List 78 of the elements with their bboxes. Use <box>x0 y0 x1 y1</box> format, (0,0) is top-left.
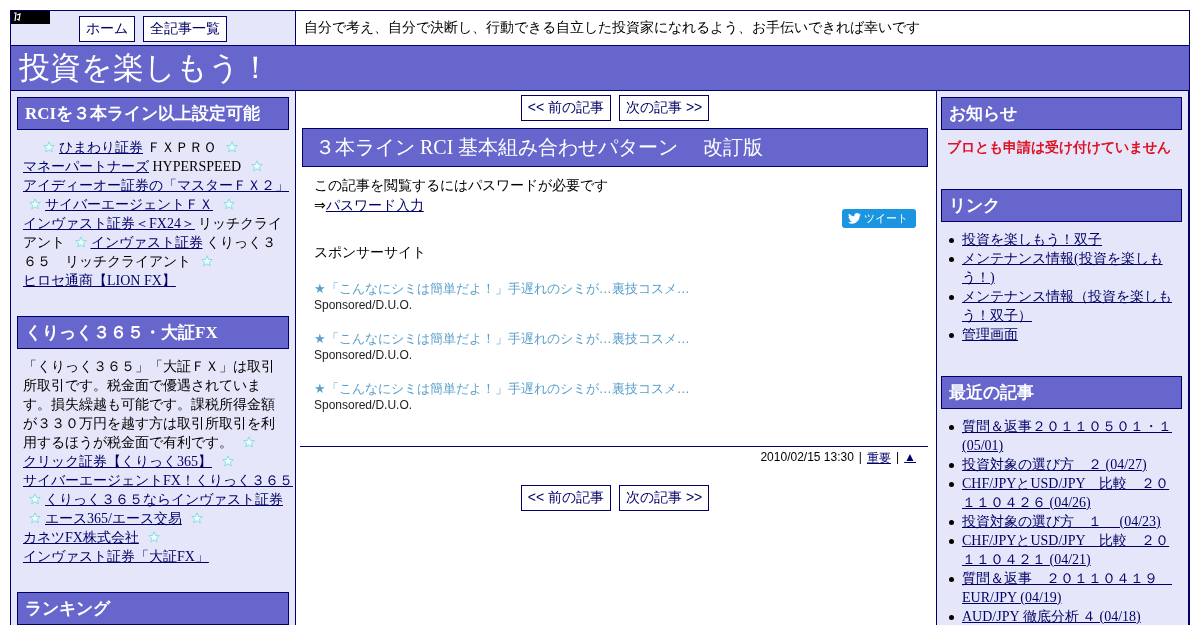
sidebar-link[interactable]: エース365/エース交易 <box>45 511 182 526</box>
star-icon <box>200 255 213 267</box>
site-tagline: 自分で考え、自分で決断し、行動できる自立した投資家になれるよう、お手伝いできれば幸いです <box>304 19 920 37</box>
section-heading: ランキング <box>17 592 289 625</box>
star-icon <box>222 198 235 210</box>
bullet-icon <box>949 482 954 487</box>
star-icon <box>43 141 55 153</box>
sidebar-link[interactable]: クリック証券【くりっく365】 <box>23 454 212 469</box>
password-link[interactable]: パスワード入力 <box>325 197 424 213</box>
meta-text: 2010/02/15 13:30 <box>760 450 854 466</box>
section-heading: くりっく３６５・大証FX <box>17 316 289 349</box>
section-heading: 最近の記事 <box>941 376 1182 409</box>
arrow-text: ⇒ <box>314 197 326 213</box>
section-heading: お知らせ <box>941 97 1182 130</box>
star-icon <box>29 198 41 210</box>
sidebar-link[interactable]: マネーパートナーズ <box>23 159 149 174</box>
bullet-icon <box>949 520 954 525</box>
site-title: 投資を楽しもう！ <box>18 49 272 87</box>
sidebar-link[interactable]: カネツFX株式会社 <box>23 530 139 545</box>
sponsor-heading: スポンサーサイト <box>314 243 427 262</box>
bullet-icon <box>949 238 954 243</box>
sidebar-link[interactable]: ヒロセ通商【LION FX】 <box>23 273 176 288</box>
meta-link[interactable]: 重要 <box>867 450 891 467</box>
star-icon <box>148 531 161 543</box>
article-nav-button[interactable]: 次の記事 >> <box>619 485 710 511</box>
sidebar-paragraph: ひまわり証券 ＦＸＰＲＯ マネーパートナーズ HYPERSPEED アイディーオー証券の「マスターＦＸ２」 サイバーエージェントＦＸ インヴァスト証券＜FX24＞ リッチクライアント インヴァスト証券 くりっく３６５ リッチクライアント ヒロセ通商【LION FX】 <box>22 139 289 290</box>
star-icon <box>74 236 87 248</box>
sidebar-link[interactable]: 投資を楽しもう！双子 <box>962 230 1102 249</box>
sidebar-link[interactable]: 質問＆返事 ２０１１０４１９ EUR/JPY (04/19) <box>962 569 1182 607</box>
star-icon <box>250 160 263 172</box>
sidebar-link[interactable]: 投資対象の選び方 ２ (04/27) <box>962 455 1147 474</box>
sidebar-link[interactable]: メンテナンス情報（投資を楽しもう！双子） <box>962 287 1182 325</box>
bullet-icon <box>949 333 954 338</box>
section-heading: リンク <box>941 189 1182 222</box>
meta-text: | <box>896 450 900 466</box>
sidebar-link[interactable]: CHF/JPYとUSD/JPY 比較 ２０１１０４２１ (04/21) <box>962 531 1182 569</box>
bullet-icon <box>949 257 954 262</box>
star-icon <box>29 493 41 505</box>
sidebar-link[interactable]: 投資対象の選び方 １ (04/23) <box>962 512 1161 531</box>
nav-button[interactable]: ホーム <box>79 16 135 42</box>
sidebar-link[interactable]: インヴァスト証券「大証FX」 <box>23 549 209 564</box>
sidebar-link[interactable]: インヴァスト証券＜FX24＞ <box>23 216 195 231</box>
article-title: ３本ライン RCI 基本組み合わせパターン 改訂版 <box>302 128 928 167</box>
sidebar-link[interactable]: インヴァスト証券 <box>90 235 203 250</box>
section-heading: RCIを３本ライン以上設定可能 <box>17 97 289 130</box>
star-icon <box>242 436 255 448</box>
article-nav-button[interactable]: << 前の記事 <box>520 95 611 121</box>
sidebar-link[interactable]: くりっく３６５ならインヴァスト証券 <box>45 492 283 507</box>
star-icon <box>226 141 238 153</box>
ad-source: Sponsored/D.U.O. <box>314 398 414 412</box>
sidebar-link[interactable]: サイバーエージェントＦＸ <box>45 197 213 212</box>
star-icon <box>221 455 234 467</box>
notice-text: ブロとも申請は受け付けていません <box>946 138 1172 157</box>
nav-button[interactable]: 全記事一覧 <box>143 16 227 42</box>
ad-source: Sponsored/D.U.O. <box>314 298 414 312</box>
star-icon <box>191 512 204 524</box>
sidebar-link[interactable]: 管理画面 <box>962 325 1018 344</box>
password-notice: この記事を閲覧するにはパスワードが必要です <box>314 176 609 195</box>
article-nav-button[interactable]: << 前の記事 <box>520 485 611 511</box>
ad-source: Sponsored/D.U.O. <box>314 348 414 362</box>
badge-icon <box>11 11 50 24</box>
meta-link[interactable]: ▲ <box>904 450 916 467</box>
sidebar-link[interactable]: メンテナンス情報(投資を楽しもう！) <box>962 249 1182 287</box>
star-icon <box>29 512 41 524</box>
bullet-icon <box>949 425 954 430</box>
sidebar-link[interactable]: 質問＆返事２０１１０５０１・１ (05/01) <box>962 417 1182 455</box>
meta-text: | <box>858 450 862 466</box>
bullet-icon <box>949 577 954 582</box>
bullet-icon <box>949 295 954 300</box>
sidebar-link[interactable]: AUD/JPY 徹底分析 ４ (04/18) <box>962 607 1141 625</box>
sidebar-link[interactable]: ひまわり証券 <box>59 140 143 155</box>
bullet-icon <box>949 615 954 620</box>
sidebar-link[interactable]: CHF/JPYとUSD/JPY 比較 ２０１１０４２６ (04/26) <box>962 474 1182 512</box>
bullet-icon <box>949 539 954 544</box>
article-nav-button[interactable]: 次の記事 >> <box>619 95 710 121</box>
bullet-icon <box>949 463 954 468</box>
bird-icon <box>848 213 861 224</box>
sidebar-link[interactable]: アイディーオー証券の「マスターＦＸ２」 <box>23 178 289 193</box>
